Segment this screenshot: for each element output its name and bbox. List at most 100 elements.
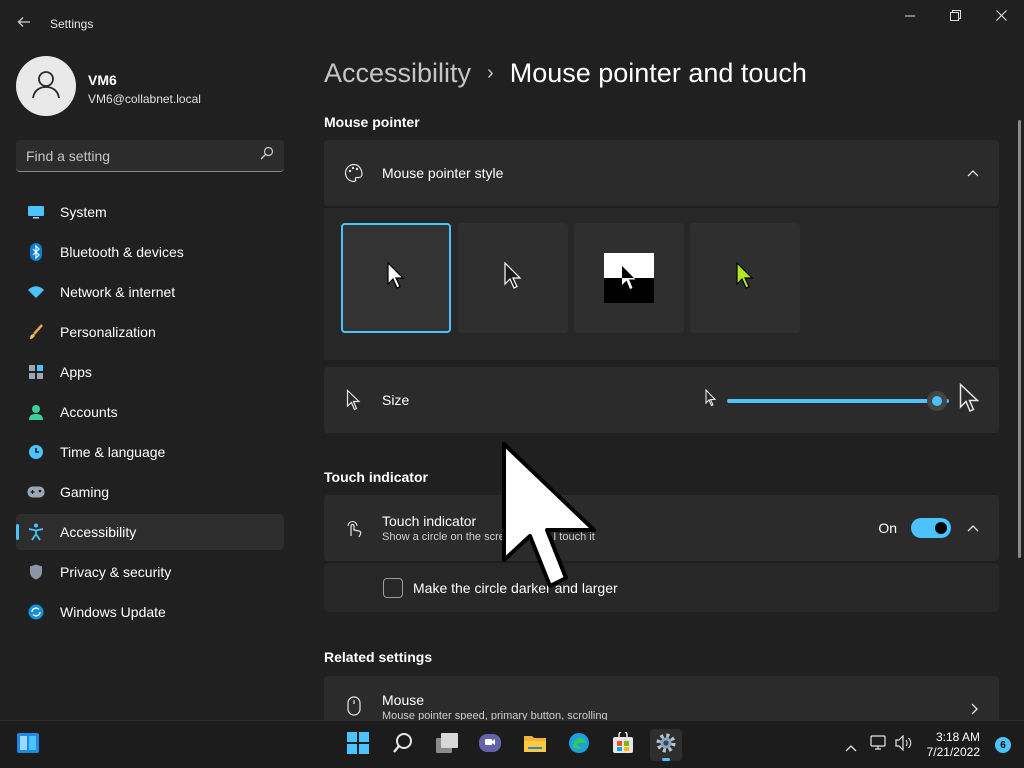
sidebar-item-label: System	[60, 204, 107, 220]
restore-icon	[949, 8, 961, 26]
system-clock[interactable]: 3:18 AM 7/21/2022	[927, 730, 980, 760]
store-icon	[612, 729, 634, 759]
taskbar: 3:18 AM 7/21/2022 6	[0, 720, 1024, 768]
pointer-style-custom[interactable]	[690, 223, 800, 333]
touch-indicator-toggle[interactable]	[911, 518, 951, 538]
mouse-settings-link[interactable]: Mouse Mouse pointer speed, primary butto…	[324, 676, 999, 720]
inverted-pointer-swatch	[604, 253, 654, 303]
chevron-up-icon[interactable]	[845, 739, 857, 757]
pointer-style-white[interactable]	[341, 223, 451, 333]
close-icon	[995, 8, 1007, 26]
toggle-state-label: On	[878, 520, 897, 536]
touch-hand-icon	[344, 518, 364, 538]
wifi-icon	[26, 282, 46, 302]
start-button[interactable]	[342, 729, 374, 761]
sidebar-item-accessibility[interactable]: Accessibility	[16, 514, 284, 550]
mouse-link-text: Mouse Mouse pointer speed, primary butto…	[382, 692, 608, 720]
inverted-pointer-icon	[621, 265, 637, 296]
sidebar-item-time-language[interactable]: Time & language	[16, 434, 284, 470]
user-name: VM6	[88, 72, 117, 88]
black-pointer-icon	[504, 261, 522, 295]
sidebar-item-label: Time & language	[60, 444, 166, 460]
clock-date: 7/21/2022	[926, 745, 980, 759]
mouse-link-description: Mouse pointer speed, primary button, scr…	[382, 710, 608, 720]
notification-badge[interactable]: 6	[995, 737, 1011, 753]
mouse-icon	[344, 696, 364, 716]
sidebar-item-apps[interactable]: Apps	[16, 354, 284, 390]
size-slider-track	[727, 399, 949, 403]
teams-chat-button[interactable]	[474, 729, 506, 761]
pointer-size-icon	[344, 389, 364, 411]
edge-browser-button[interactable]	[563, 729, 595, 761]
pointer-style-black[interactable]	[458, 223, 568, 333]
apps-icon	[26, 362, 46, 382]
breadcrumb-separator: ›	[487, 62, 494, 84]
search-box[interactable]: Find a setting	[16, 140, 284, 172]
accounts-icon	[26, 402, 46, 422]
close-button[interactable]	[978, 4, 1024, 30]
sidebar-item-personalization[interactable]: Personalization	[16, 314, 284, 350]
teams-chat-icon	[478, 732, 502, 759]
search-input[interactable]: Find a setting	[26, 148, 260, 164]
gamepad-icon	[26, 482, 46, 502]
pointer-style-options	[324, 207, 999, 360]
clock-globe-icon	[26, 442, 46, 462]
restore-button[interactable]	[932, 4, 978, 30]
network-icon[interactable]	[870, 735, 888, 756]
breadcrumb-parent[interactable]: Accessibility	[324, 58, 471, 89]
sidebar-item-privacy-security[interactable]: Privacy & security	[16, 554, 284, 590]
minimize-button[interactable]	[887, 4, 933, 30]
user-profile[interactable]: VM6 VM6@collabnet.local	[16, 56, 296, 118]
file-explorer-button[interactable]	[519, 729, 551, 761]
search-icon[interactable]	[260, 146, 274, 165]
sidebar-item-label: Personalization	[60, 324, 156, 340]
section-title-touch-indicator: Touch indicator	[324, 469, 428, 485]
chevron-up-icon[interactable]	[967, 164, 979, 182]
store-button[interactable]	[607, 729, 639, 761]
app-title: Settings	[50, 17, 94, 31]
sidebar-item-label: Accounts	[60, 404, 118, 420]
section-title-related-settings: Related settings	[324, 649, 433, 665]
size-slider[interactable]	[727, 390, 949, 411]
user-email: VM6@collabnet.local	[88, 92, 201, 106]
sidebar-item-accounts[interactable]: Accounts	[16, 394, 284, 430]
shield-icon	[26, 562, 46, 582]
back-button[interactable]	[12, 12, 36, 36]
volume-icon[interactable]	[895, 734, 913, 756]
sidebar-item-label: Gaming	[60, 484, 110, 500]
sidebar-item-network[interactable]: Network & internet	[16, 274, 284, 310]
start-icon	[347, 731, 369, 759]
size-label: Size	[382, 392, 410, 408]
sidebar-item-windows-update[interactable]: Windows Update	[16, 594, 284, 630]
sidebar-item-system[interactable]: System	[16, 194, 284, 230]
clock-time: 3:18 AM	[935, 730, 980, 744]
task-view-button[interactable]	[431, 729, 463, 761]
title-bar: Settings	[0, 0, 1024, 48]
pointer-style-inverted[interactable]	[574, 223, 684, 333]
user-avatar-icon	[30, 68, 62, 105]
size-slider-thumb[interactable]	[927, 391, 947, 411]
darker-circle-label: Make the circle darker and larger	[413, 579, 618, 596]
sidebar-item-label: Privacy & security	[60, 564, 172, 580]
page-title: Mouse pointer and touch	[509, 58, 807, 88]
mouse-pointer-style-label: Mouse pointer style	[382, 165, 504, 181]
darker-circle-checkbox[interactable]	[383, 577, 403, 598]
sidebar-item-bluetooth[interactable]: Bluetooth & devices	[16, 234, 284, 270]
lime-pointer-icon	[736, 261, 754, 295]
touch-indicator-card[interactable]: Touch indicator Show a circle on the scr…	[324, 495, 999, 561]
sidebar-nav: System Bluetooth & devices Network & int…	[16, 194, 284, 634]
sidebar-item-label: Accessibility	[60, 524, 137, 540]
file-explorer-icon	[523, 733, 547, 758]
settings-taskbar-button[interactable]	[650, 729, 682, 761]
chevron-right-icon[interactable]	[971, 702, 979, 720]
section-title-mouse-pointer: Mouse pointer	[324, 114, 420, 130]
taskbar-search-button[interactable]	[387, 729, 419, 761]
sidebar-item-label: Network & internet	[60, 284, 176, 300]
chevron-up-icon[interactable]	[967, 519, 979, 537]
sidebar-item-gaming[interactable]: Gaming	[16, 474, 284, 510]
mouse-pointer-style-header[interactable]: Mouse pointer style	[324, 140, 999, 206]
back-arrow-icon	[16, 14, 32, 35]
scrollbar[interactable]	[1018, 120, 1021, 558]
sidebar-item-label: Bluetooth & devices	[60, 244, 184, 260]
widgets-button[interactable]	[12, 729, 44, 761]
